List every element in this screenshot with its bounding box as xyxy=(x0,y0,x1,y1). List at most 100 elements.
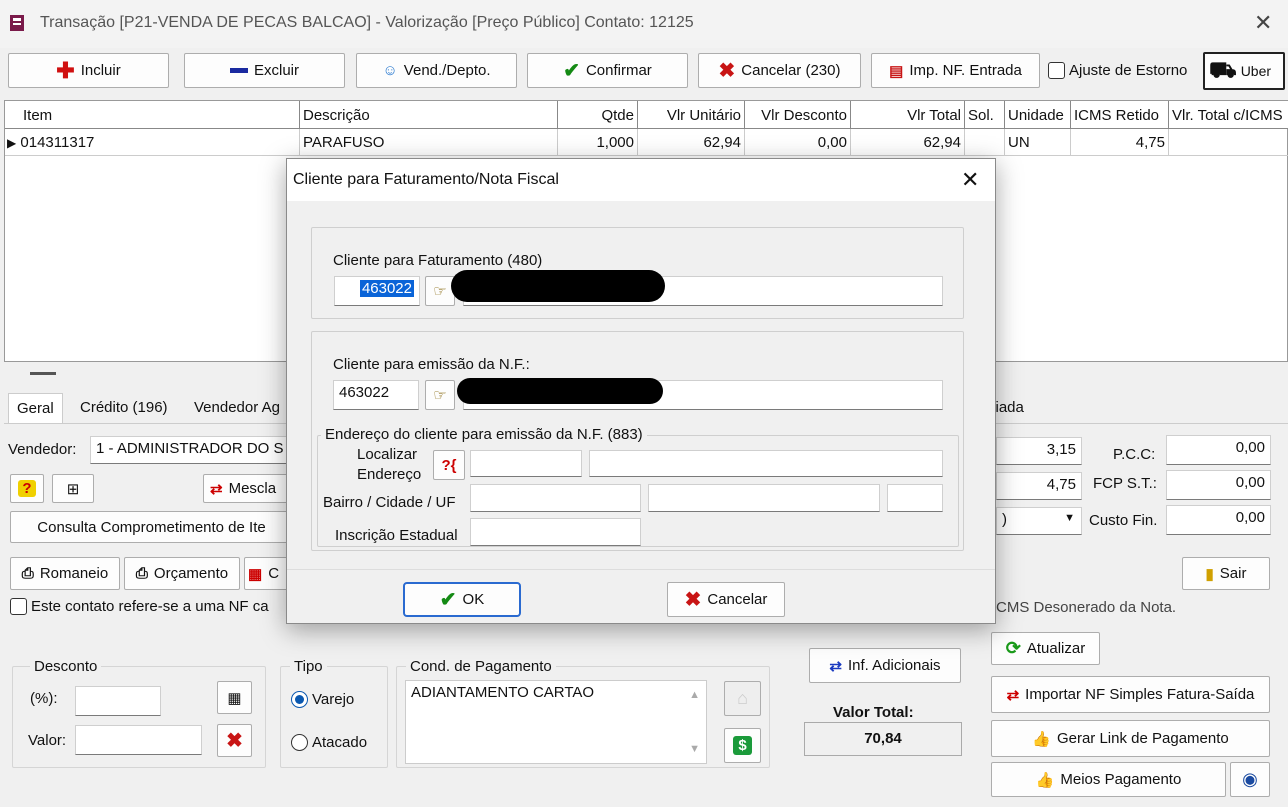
faturamento-code: 463022 xyxy=(359,280,414,297)
column-header-vlr-total-icms[interactable]: Vlr. Total c/ICMS xyxy=(1169,101,1288,129)
incluir-label: Incluir xyxy=(80,62,121,79)
imp-nf-label: Imp. NF. Entrada xyxy=(909,62,1022,79)
uber-button[interactable]: ⛟ Uber xyxy=(1203,52,1285,90)
dialog-close-button[interactable]: ✕ xyxy=(961,167,979,193)
bairro-field[interactable] xyxy=(470,484,641,512)
vendedor-combo[interactable]: 1 - ADMINISTRADOR DO S xyxy=(90,436,290,464)
faturamento-code-field[interactable]: 463022 xyxy=(334,276,420,306)
desconto-valor-field[interactable] xyxy=(75,725,202,755)
endereco-group-label: Endereço do cliente para emissão da N.F.… xyxy=(321,426,647,443)
desconto-pct-field[interactable] xyxy=(75,686,161,716)
excluir-button[interactable]: Excluir xyxy=(184,53,345,88)
money-button[interactable]: $ xyxy=(724,728,761,763)
network-button[interactable]: ⊞ xyxy=(52,474,94,503)
clear-desconto-button[interactable]: ✖ xyxy=(217,724,252,757)
scroll-down-icon[interactable]: ▼ xyxy=(689,743,700,755)
radio-circle xyxy=(291,734,308,751)
row-cell-qtde: 1,000 xyxy=(558,129,638,156)
column-header-sol[interactable]: Sol. xyxy=(965,101,1005,129)
imp-nf-entrada-button[interactable]: ▤ Imp. NF. Entrada xyxy=(871,53,1040,88)
tab-vendedor[interactable]: Vendedor Ag xyxy=(186,393,288,422)
meios-pagamento-button[interactable]: 👍 Meios Pagamento xyxy=(991,762,1226,797)
pointing-hand-icon: ☞ xyxy=(433,283,447,300)
partial-combo[interactable]: ) ▼ xyxy=(996,507,1082,535)
calendar-label: C xyxy=(268,565,280,582)
faturamento-lookup-button[interactable]: ☞ xyxy=(425,276,455,306)
dialog-cancelar-button[interactable]: ✖ Cancelar xyxy=(667,582,785,617)
nf-contato-checkbox[interactable]: Este contato refere-se a uma NF ca xyxy=(10,598,269,615)
calendar-icon: ▦ xyxy=(248,565,263,583)
localizar-endereco-button[interactable]: ?{ xyxy=(433,450,465,480)
window-close-button[interactable]: ✕ xyxy=(1254,10,1272,36)
column-header-vlr-total[interactable]: Vlr Total xyxy=(851,101,965,129)
cond-pagamento-list[interactable]: ADIANTAMENTO CARTAO ▲ ▼ xyxy=(405,680,707,764)
confirmar-label: Confirmar xyxy=(585,62,652,79)
tipo-group xyxy=(280,666,388,768)
refresh-icon: ⟳ xyxy=(1005,638,1021,658)
inscricao-field[interactable] xyxy=(470,518,641,546)
inscricao-label: Inscrição Estadual xyxy=(335,527,458,544)
x-icon: ✖ xyxy=(226,730,243,752)
atualizar-button[interactable]: ⟳ Atualizar xyxy=(991,632,1100,665)
app-icon xyxy=(10,15,24,31)
cep-field[interactable] xyxy=(470,450,582,477)
incluir-button[interactable]: ✚ Incluir xyxy=(8,53,169,88)
orcamento-label: Orçamento xyxy=(153,565,229,582)
column-header-vlr-unitario[interactable]: Vlr Unitário xyxy=(638,101,745,129)
confirmar-button[interactable]: ✔ Confirmar xyxy=(527,53,688,88)
dropdown-arrow-icon: ▼ xyxy=(1064,512,1075,524)
valor-field-1[interactable]: 3,15 xyxy=(996,437,1082,465)
vend-depto-button[interactable]: ☺ Vend./Depto. xyxy=(356,53,517,88)
scroll-up-icon[interactable]: ▲ xyxy=(689,689,700,701)
valor-total-value: 70,84 xyxy=(804,722,962,756)
cancelar-button[interactable]: ✖ Cancelar (230) xyxy=(698,53,861,88)
importar-nf-button[interactable]: ⇄ Importar NF Simples Fatura-Saída xyxy=(991,676,1270,713)
custo-fin-field[interactable]: 0,00 xyxy=(1166,505,1271,535)
valor-field-2[interactable]: 4,75 xyxy=(996,472,1082,500)
column-header-qtde[interactable]: Qtde xyxy=(558,101,638,129)
globe-button[interactable]: ◉ xyxy=(1230,762,1270,797)
emissao-label: Cliente para emissão da N.F.: xyxy=(333,356,530,373)
calendar-button[interactable]: ▦ C xyxy=(244,557,292,590)
pcc-field[interactable]: 0,00 xyxy=(1166,435,1271,465)
x-icon: ✖ xyxy=(718,60,736,82)
thumbs-up-icon: 👍 xyxy=(1032,730,1051,748)
calculator-button[interactable]: ▦ xyxy=(217,681,252,714)
ajuste-estorno-checkbox[interactable]: Ajuste de Estorno xyxy=(1048,62,1187,79)
fcp-st-field[interactable]: 0,00 xyxy=(1166,470,1271,500)
romaneio-button[interactable]: ⎙ Romaneio xyxy=(10,557,120,590)
column-header-unidade[interactable]: Unidade xyxy=(1005,101,1071,129)
emissao-lookup-button[interactable]: ☞ xyxy=(425,380,455,410)
fcp-st-label: FCP S.T.: xyxy=(1093,475,1157,492)
tab-geral[interactable]: Geral xyxy=(8,393,63,423)
importar-label: Importar NF Simples Fatura-Saída xyxy=(1025,686,1255,703)
row-cell-icms-retido: 4,75 xyxy=(1071,129,1169,156)
faturamento-label: Cliente para Faturamento (480) xyxy=(333,252,543,269)
dialog-cancelar-label: Cancelar xyxy=(707,591,768,608)
ok-button[interactable]: ✔ OK xyxy=(403,582,521,617)
consulta-comprometimento-button[interactable]: Consulta Comprometimento de Ite xyxy=(10,511,293,543)
radio-varejo[interactable]: Varejo xyxy=(291,691,354,708)
printer-icon: ⎙ xyxy=(21,565,34,582)
dollar-icon: $ xyxy=(733,736,752,755)
orcamento-button[interactable]: ⎙ Orçamento xyxy=(124,557,240,590)
column-header-vlr-desconto[interactable]: Vlr Desconto xyxy=(745,101,851,129)
sair-button[interactable]: ▮ Sair xyxy=(1182,557,1270,590)
romaneio-label: Romaneio xyxy=(39,565,109,582)
dialog-footer xyxy=(287,569,995,623)
splitter-handle[interactable] xyxy=(30,372,56,375)
column-header-descricao[interactable]: Descrição xyxy=(300,101,558,129)
logradouro-field[interactable] xyxy=(589,450,943,477)
tab-credito[interactable]: Crédito (196) xyxy=(72,393,176,422)
uf-field[interactable] xyxy=(887,484,943,512)
cidade-field[interactable] xyxy=(648,484,880,512)
radio-atacado[interactable]: Atacado xyxy=(291,734,367,751)
emissao-code-field[interactable]: 463022 xyxy=(333,380,419,410)
mescla-button[interactable]: ⇄ Mescla xyxy=(203,474,293,503)
column-header-item[interactable]: Item xyxy=(5,101,300,129)
inf-adicionais-button[interactable]: ⇄ Inf. Adicionais xyxy=(809,648,961,683)
column-header-icms-retido[interactable]: ICMS Retido xyxy=(1071,101,1169,129)
help-button[interactable]: ? xyxy=(10,474,44,503)
gerar-link-button[interactable]: 👍 Gerar Link de Pagamento xyxy=(991,720,1270,757)
home-button[interactable]: ⌂ xyxy=(724,681,761,716)
